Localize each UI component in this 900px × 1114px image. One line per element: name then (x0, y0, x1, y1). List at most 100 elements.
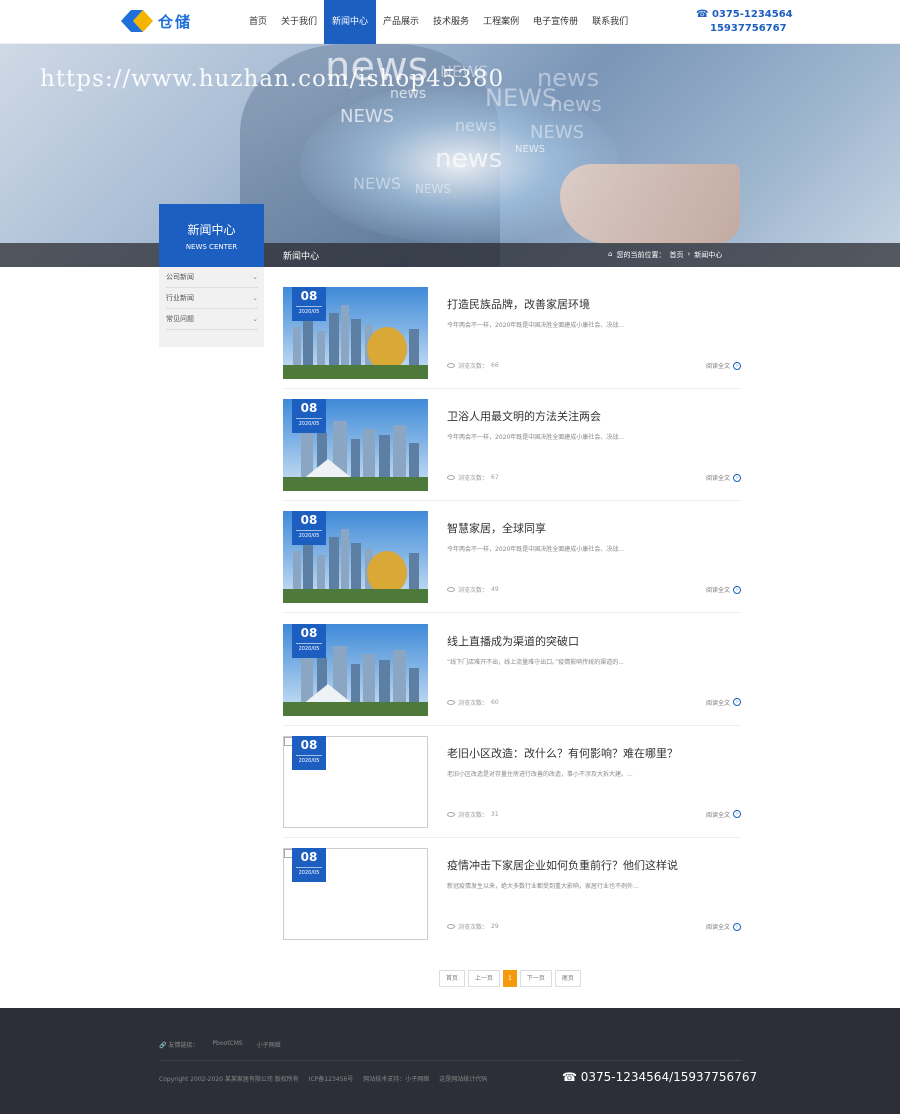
nav-item[interactable]: 技术服务 (426, 0, 476, 44)
sidebar-subtitle: NEWS CENTER (185, 243, 238, 251)
read-more-label: 阅读全文 (705, 587, 730, 595)
sidebar-item-label: 公司新闻 (166, 273, 194, 281)
news-title[interactable]: 卫浴人用最文明的方法关注两会 (447, 408, 601, 424)
pager-prev[interactable]: 上一页 (468, 970, 501, 987)
support-label: 网站技术支持：小子网络 (363, 1076, 430, 1083)
date-year-month: 2020/05 (296, 754, 322, 766)
header-phone: ☎ 0375-1234564 15937756767 (696, 8, 793, 36)
eye-icon (447, 699, 455, 705)
main-nav: 首页 关于我们 新闻中心 产品展示 技术服务 工程案例 电子宣传册 联系我们 (242, 0, 635, 44)
nav-item[interactable]: 新闻中心 (324, 0, 377, 44)
pager-first[interactable]: 首页 (439, 970, 466, 987)
nav-item[interactable]: 工程案例 (476, 0, 526, 44)
read-more-label: 阅读全文 (705, 363, 730, 370)
read-more-link[interactable]: 阅读全文 › (706, 473, 741, 482)
sidebar-item[interactable]: 公司新闻 ⌄ (166, 267, 258, 288)
read-more-link[interactable]: 阅读全文 › (706, 585, 741, 594)
arrow-right-circle-icon: › (733, 473, 741, 482)
news-title[interactable]: 打造民族品牌，改善家居环境 (447, 296, 590, 312)
news-item[interactable]: 08 2020/05 打造民族品牌，改善家居环境 今年两会不一样，2020年既是中国决… (283, 287, 741, 380)
arrow-right-circle-icon: › (733, 922, 741, 931)
views-value: 67 (491, 474, 499, 482)
icp-link[interactable]: ICP备123456号 (309, 1074, 353, 1083)
sidebar-item[interactable]: 常见问题 ⌄ (166, 309, 258, 330)
eye-icon (447, 363, 455, 368)
news-divider (283, 388, 741, 389)
sidebar-header: 新闻中心 NEWS CENTER (159, 204, 264, 267)
footer-phone: ☎ 0375-1234564/15937756767 (562, 1070, 758, 1084)
date-badge: 08 2020/05 (292, 848, 326, 882)
news-summary: 今年两会不一样，2020年既是中国决胜全面建成小康社会、决战... (447, 434, 624, 442)
logo-mark-icon (121, 10, 153, 32)
sidebar-item[interactable]: 行业新闻 ⌄ (166, 288, 258, 309)
view-count: 浏览次数： 31 (447, 810, 499, 819)
news-item[interactable]: 08 2020/05 线上直播成为渠道的突破口 “线下门店难开不出，线上流量难守出口。… (283, 623, 741, 717)
date-year-month: 2020/05 (296, 418, 322, 429)
read-more-label: 阅读全文 (705, 811, 730, 819)
nav-item[interactable]: 关于我们 (274, 0, 324, 44)
news-thumbnail[interactable]: 08 2020/05 (283, 511, 428, 604)
news-title[interactable]: 线上直播成为渠道的突破口 (447, 633, 579, 649)
pager-current[interactable]: 1 (503, 970, 517, 987)
news-summary: “线下门店难开不出，线上流量难守出口。”疫情影响传统的渠道的... (447, 658, 624, 666)
date-badge: 08 2020/05 (292, 735, 326, 770)
friend-link[interactable]: 小子网络 (257, 1040, 281, 1049)
views-label: 浏览次数： (458, 924, 489, 931)
site-footer: 🔗 友情链接： PbootCMS 小子网络 Copyright 2002-202… (0, 1008, 900, 1114)
news-thumbnail[interactable]: 08 2020/05 (283, 848, 428, 940)
news-divider (283, 836, 741, 838)
news-title[interactable]: 疫情冲击下家居企业如何负重前行？他们这样说 (447, 857, 678, 873)
date-year-month: 2020/05 (296, 642, 322, 654)
nav-item[interactable]: 电子宣传册 (526, 0, 585, 44)
pagination: 首页 上一页 1 下一页 尾页 (439, 970, 581, 987)
date-day: 08 (300, 289, 318, 303)
read-more-link[interactable]: 阅读全文 › (706, 361, 741, 370)
read-more-link[interactable]: 阅读全文 › (706, 922, 741, 931)
eye-icon (447, 811, 455, 817)
news-item[interactable]: 08 2020/05 智慧家居，全球同享 今年两会不一样，2020年既是中国决胜全面建… (283, 511, 741, 604)
news-thumbnail[interactable]: 08 2020/05 (283, 399, 428, 492)
friend-links: 🔗 友情链接： PbootCMS 小子网络 (159, 1040, 281, 1049)
nav-item[interactable]: 产品展示 (376, 0, 426, 44)
home-icon: ⌂ (608, 250, 613, 258)
views-label: 浏览次数： (458, 699, 489, 707)
breadcrumb: ⌂ 您的当前位置： 首页 › 新闻中心 (608, 250, 722, 260)
news-item[interactable]: 08 2020/05 卫浴人用最文明的方法关注两会今年两会不一样，2020年既是中国… (283, 399, 741, 492)
news-thumbnail[interactable]: 08 2020/05 (283, 623, 428, 716)
sidebar-item-label: 常见问题 (166, 315, 194, 323)
news-title[interactable]: 老旧小区改造：改什么？有何影响？难在哪里？ (447, 745, 678, 761)
read-more-link[interactable]: 阅读全文 › (706, 698, 741, 707)
banner-word: NEWS (340, 106, 395, 127)
pager-next[interactable]: 下一页 (519, 970, 552, 987)
support-link[interactable]: 小子网络 (405, 1076, 429, 1083)
breadcrumb-current[interactable]: 新闻中心 (694, 250, 722, 260)
eye-icon (447, 924, 455, 929)
chevron-down-icon: ⌄ (252, 273, 258, 281)
breadcrumb-separator: › (687, 250, 691, 258)
banner-word: news (435, 144, 503, 174)
logo[interactable]: 仓储 (121, 10, 192, 32)
nav-item[interactable]: 首页 (242, 0, 274, 44)
date-badge: 08 2020/05 (292, 399, 326, 434)
news-title[interactable]: 智慧家居，全球同享 (447, 520, 546, 536)
eye-icon (447, 587, 455, 593)
phone-line-1: ☎ 0375-1234564 (696, 9, 793, 20)
views-label: 浏览次数： (458, 363, 489, 370)
news-item[interactable]: 08 2020/05 老旧小区改造：改什么？有何影响？难在哪里？ 老旧小区改造是对存量… (283, 735, 741, 829)
news-thumbnail[interactable]: 08 2020/05 (283, 735, 428, 828)
friend-link[interactable]: PbootCMS (212, 1040, 242, 1049)
site-header: 仓储 首页 关于我们 新闻中心 产品展示 技术服务 工程案例 电子宣传册 联系我们 ☎ 037… (0, 0, 900, 44)
banner-word: NEWS (515, 144, 546, 155)
news-thumbnail[interactable]: 08 2020/05 (283, 287, 428, 379)
breadcrumb-label: 您的当前位置： (616, 251, 666, 259)
pager-last[interactable]: 尾页 (554, 970, 581, 987)
chevron-down-icon: ⌄ (252, 294, 258, 302)
date-badge: 08 2020/05 (292, 511, 326, 546)
news-item[interactable]: 08 2020/05 疫情冲击下家居企业如何负重前行？他们这样说 新冠疫情发生以来，绝… (283, 848, 741, 941)
arrow-right-circle-icon: › (733, 698, 741, 707)
read-more-label: 阅读全文 (705, 475, 730, 483)
logo-text: 仓储 (158, 12, 193, 31)
nav-item[interactable]: 联系我们 (585, 0, 635, 44)
breadcrumb-home[interactable]: 首页 (669, 250, 683, 260)
read-more-link[interactable]: 阅读全文 › (706, 810, 741, 819)
